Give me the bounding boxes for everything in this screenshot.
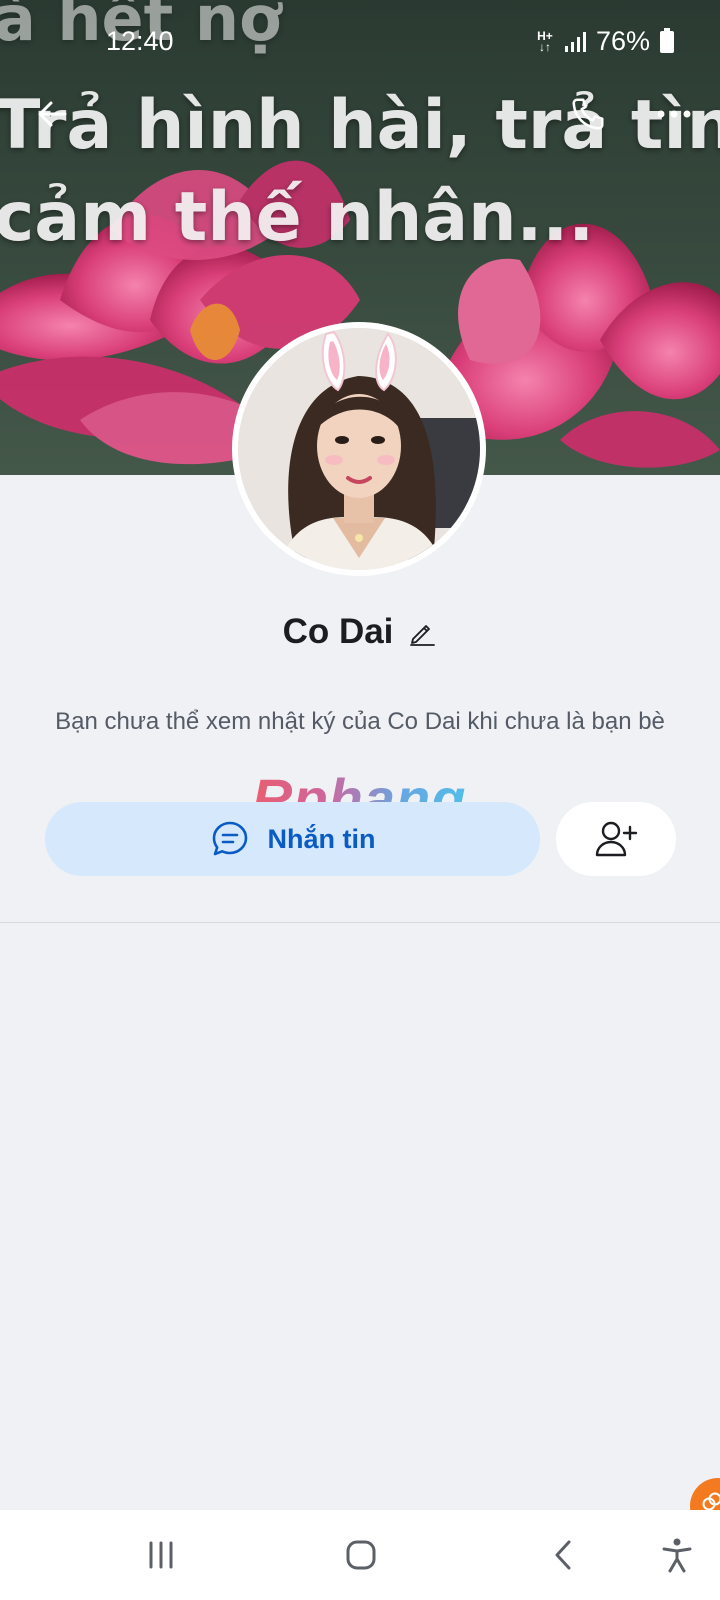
message-button[interactable]: Nhắn tin xyxy=(45,802,540,876)
home-button[interactable] xyxy=(338,1532,384,1578)
battery-percent: 76% xyxy=(595,26,650,56)
back-button[interactable] xyxy=(30,92,74,136)
avatar-image xyxy=(238,328,480,570)
accessibility-icon xyxy=(662,1538,692,1573)
more-icon xyxy=(657,110,691,118)
network-type-label: H+ xyxy=(537,28,553,43)
battery-icon xyxy=(660,27,674,53)
home-icon xyxy=(346,1540,376,1570)
recents-button[interactable] xyxy=(138,1532,184,1578)
cover-caption-line: Trả hình hài, trả tình xyxy=(0,86,720,165)
profile-screen: à hết nợ Trả hình hài, trả tình cảm thế … xyxy=(0,0,720,1600)
profile-avatar[interactable] xyxy=(232,322,486,576)
recents-icon xyxy=(149,1541,173,1569)
accessibility-button[interactable] xyxy=(654,1532,700,1578)
add-user-icon xyxy=(595,821,638,857)
system-back-button[interactable] xyxy=(540,1532,586,1578)
avatar-portrait xyxy=(238,328,480,570)
arrow-left-icon xyxy=(38,101,67,127)
status-bar: 12:40 H+ ↓↑ 76% xyxy=(0,0,720,88)
chevron-left-icon xyxy=(555,1540,571,1570)
profile-name-row: Co Dai xyxy=(0,612,720,652)
system-navigation-bar xyxy=(0,1510,720,1600)
profile-name: Co Dai xyxy=(282,612,394,651)
status-indicators: H+ ↓↑ 76% xyxy=(536,26,674,57)
diary-restriction-notice: Bạn chưa thể xem nhật ký của Co Dai khi … xyxy=(55,708,665,735)
phone-icon xyxy=(572,98,604,130)
more-button[interactable] xyxy=(652,92,696,136)
section-divider xyxy=(0,922,720,923)
status-time: 12:40 xyxy=(106,26,174,56)
message-button-label: Nhắn tin xyxy=(267,823,376,854)
add-friend-button[interactable] xyxy=(556,802,676,876)
chat-bubble-icon xyxy=(212,821,247,856)
network-type-icon: H+ ↓↑ xyxy=(537,28,553,54)
pencil-icon[interactable] xyxy=(407,617,437,647)
signal-icon xyxy=(564,31,586,52)
call-button[interactable] xyxy=(566,92,610,136)
cover-caption-line: cảm thế nhân... xyxy=(0,178,595,257)
